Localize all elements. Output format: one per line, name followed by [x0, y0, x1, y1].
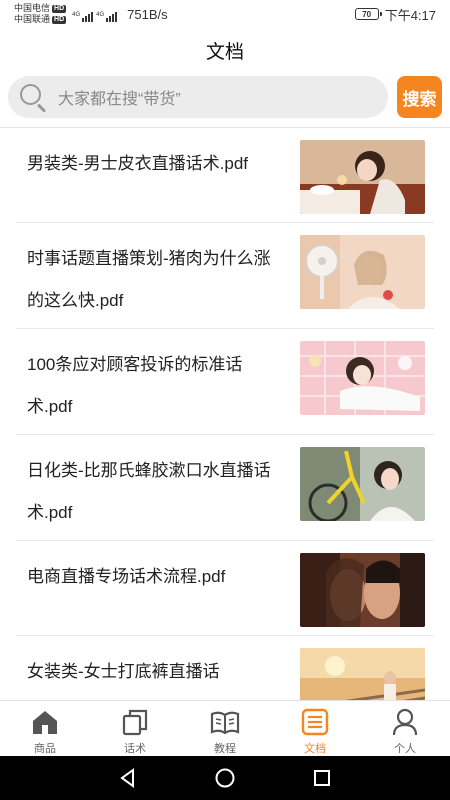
tab-scripts[interactable]: 话术 [90, 701, 180, 756]
list-item[interactable]: 日化类-比那氏蜂胶漱口水直播话术.pdf [16, 435, 434, 541]
back-icon [120, 768, 135, 788]
search-row: 大家都在搜“带货” 搜索 [8, 75, 444, 119]
carrier-1: 中国电信 [14, 3, 51, 13]
carrier-info: 中国电信 HD 中国联通 HD [14, 3, 67, 25]
document-title[interactable]: 时事话题直播策划-猪肉为什么涨的这么快.pdf [27, 238, 277, 322]
document-title[interactable]: 100条应对顾客投诉的标准话术.pdf [27, 344, 277, 428]
document-title[interactable]: 女装类-女士打底裤直播话 [27, 651, 277, 693]
tab-label: 文档 [304, 743, 326, 755]
woman-eating-breakfast-photo[interactable] [300, 140, 425, 214]
network-type-1: 4G [72, 12, 81, 18]
carrier-2: 中国联通 [14, 14, 51, 24]
status-bar: 中国电信 HD 中国联通 HD 4G 4G 751B/s 70 下午4:17 [0, 0, 450, 28]
list-item[interactable]: 100条应对顾客投诉的标准话术.pdf [16, 329, 434, 435]
home-icon [33, 711, 57, 734]
battery-level: 70 [362, 9, 372, 19]
woman-with-yellow-bicycle-photo[interactable] [300, 447, 425, 521]
search-input[interactable]: 大家都在搜“带货” [8, 76, 388, 118]
document-title[interactable]: 电商直播专场话术流程.pdf [27, 556, 277, 598]
tab-tutorial[interactable]: 教程 [180, 701, 270, 756]
tab-goods[interactable]: 商品 [0, 701, 90, 756]
tab-label: 商品 [34, 743, 56, 755]
network-speed: 751B/s [127, 6, 168, 22]
tab-documents[interactable]: 文档 [270, 701, 360, 756]
network-type-2: 4G [96, 12, 105, 18]
signal-icon: 4G 4G [72, 6, 118, 22]
list-item[interactable]: 男装类-男士皮衣直播话术.pdf [16, 128, 434, 223]
recents-icon [313, 770, 330, 786]
book-icon [210, 711, 240, 735]
document-list[interactable]: 男装类-男士皮衣直播话术.pdf 时事话题直播策划-猪肉为什么涨的这么快.pdf [0, 128, 450, 700]
system-nav-bar [0, 756, 450, 800]
tab-label: 教程 [214, 743, 236, 755]
list-item[interactable]: 时事话题直播策划-猪肉为什么涨的这么快.pdf [16, 223, 434, 329]
tab-profile[interactable]: 个人 [360, 701, 450, 756]
page-title: 文档 [205, 41, 244, 63]
search-icon [18, 82, 48, 113]
battery-icon: 70 [354, 8, 382, 20]
search-button[interactable]: 搜索 [397, 76, 442, 118]
girl-on-pink-bed-photo[interactable] [300, 341, 425, 415]
document-icon [301, 708, 329, 736]
tab-label: 话术 [124, 743, 146, 755]
list-item[interactable]: 女装类-女士打底裤直播话 [16, 636, 434, 700]
clock: 下午4:17 [384, 7, 436, 23]
home-button[interactable] [205, 758, 245, 798]
recents-button[interactable] [302, 758, 342, 798]
home-circle-icon [215, 768, 235, 788]
document-title[interactable]: 男装类-男士皮衣直播话术.pdf [27, 143, 277, 185]
woman-with-fan-photo[interactable] [300, 235, 425, 309]
person-icon [392, 708, 418, 736]
search-placeholder: 大家都在搜“带货” [58, 91, 181, 108]
sunset-railway-photo[interactable] [300, 648, 425, 700]
tab-bar: 商品 话术 教程 文档 个人 [0, 700, 450, 756]
hd-badge: HD [52, 4, 67, 13]
couple-close-up-photo[interactable] [300, 553, 425, 627]
list-item[interactable]: 电商直播专场话术流程.pdf [16, 541, 434, 636]
hd-badge: HD [52, 15, 67, 24]
tab-label: 个人 [394, 743, 416, 755]
back-button[interactable] [108, 758, 148, 798]
document-title[interactable]: 日化类-比那氏蜂胶漱口水直播话术.pdf [27, 450, 277, 534]
copy-icon [122, 709, 148, 736]
header: 文档 [0, 32, 450, 68]
